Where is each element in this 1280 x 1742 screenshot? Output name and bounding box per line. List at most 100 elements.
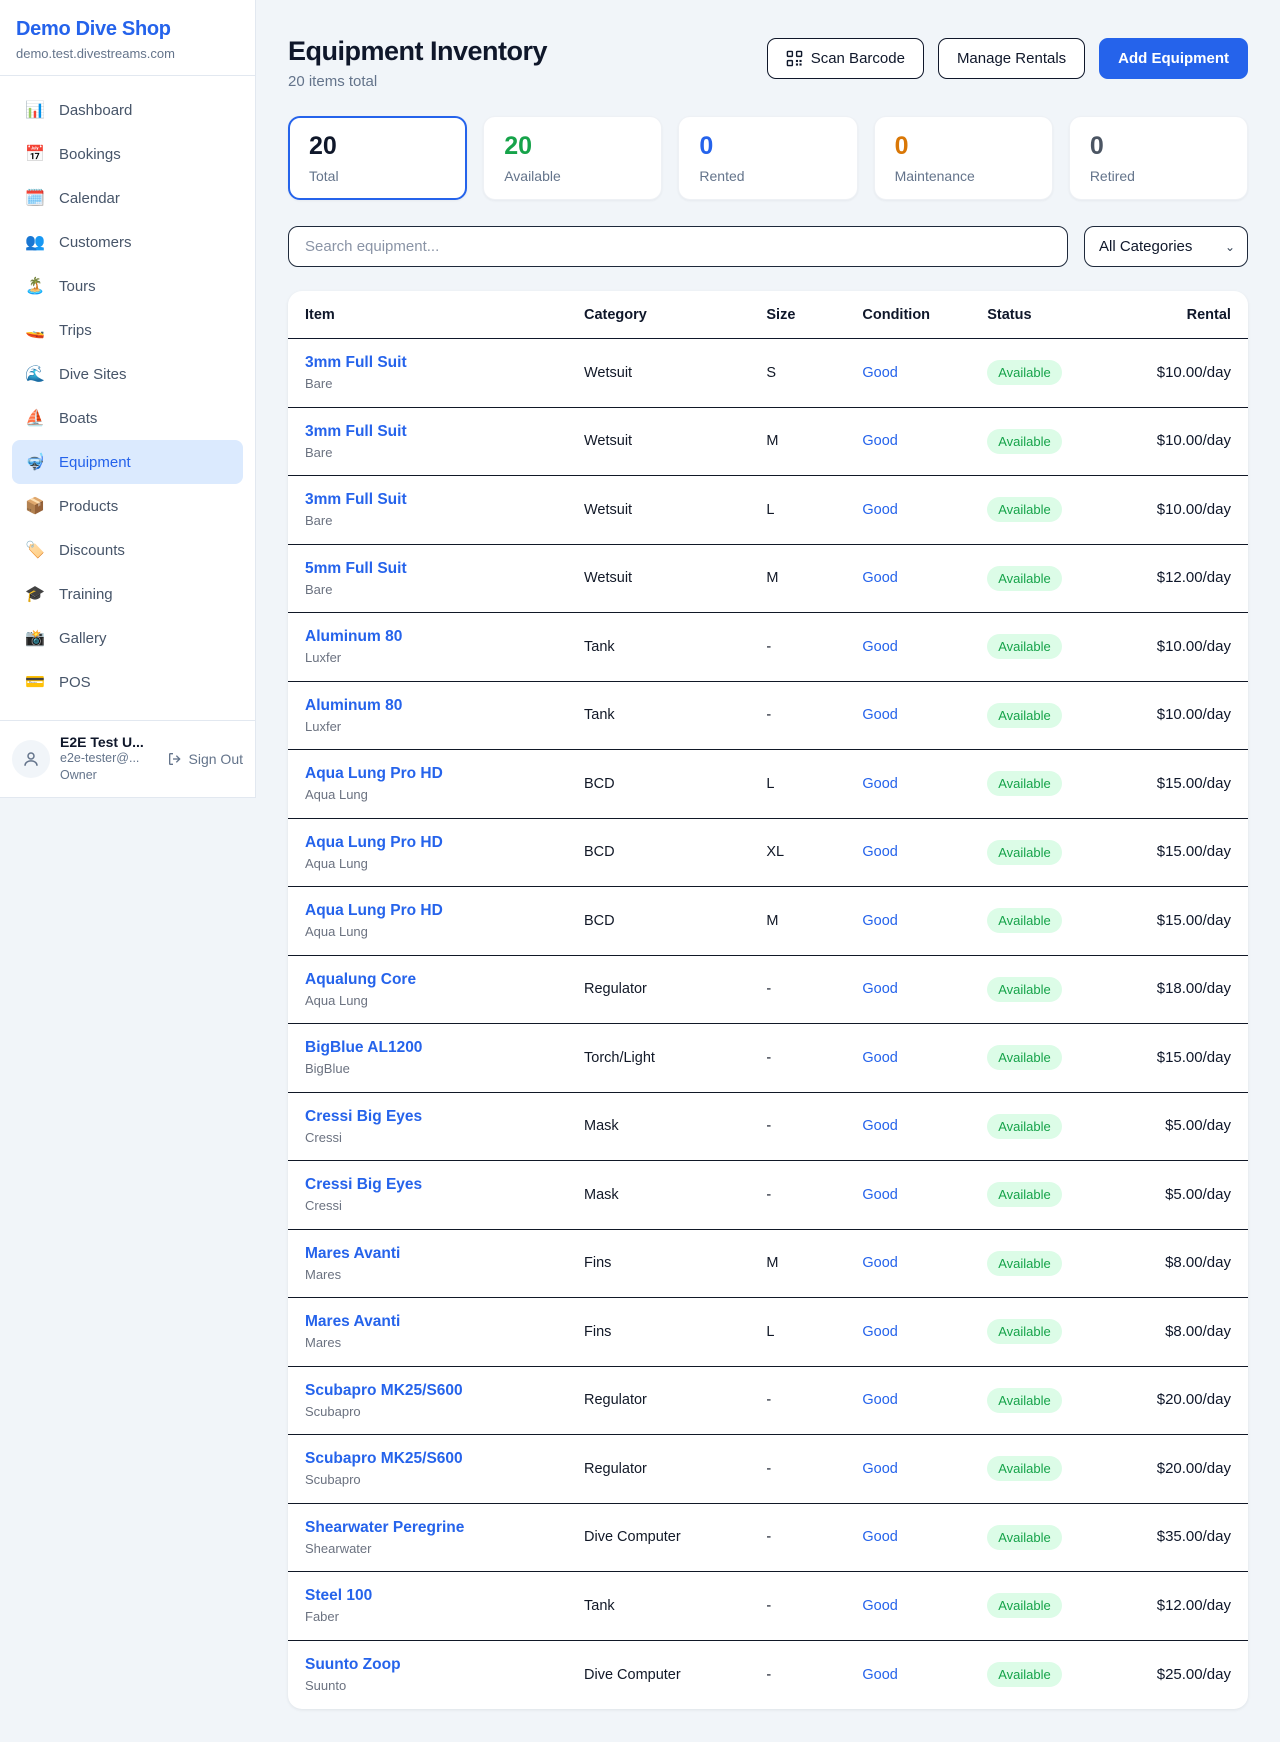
- item-size: L: [766, 776, 774, 792]
- item-condition-link[interactable]: Good: [862, 776, 897, 792]
- item-name-link[interactable]: 5mm Full Suit: [305, 560, 568, 578]
- item-name-link[interactable]: Aqualung Core: [305, 971, 568, 989]
- sidebar-item-calendar[interactable]: 🗓️ Calendar: [12, 176, 243, 220]
- sidebar-item-label: Trips: [59, 322, 92, 339]
- sidebar-item-gallery[interactable]: 📸 Gallery: [12, 616, 243, 660]
- table-row: Aqua Lung Pro HD Aqua Lung BCD XL Good A…: [288, 819, 1248, 888]
- stat-card-maintenance[interactable]: 0 Maintenance: [874, 116, 1053, 200]
- person-icon: [22, 750, 40, 768]
- item-condition-link[interactable]: Good: [862, 1461, 897, 1477]
- item-condition-link[interactable]: Good: [862, 1324, 897, 1340]
- shop-name-link[interactable]: Demo Dive Shop: [16, 18, 239, 41]
- item-name-link[interactable]: Steel 100: [305, 1587, 568, 1605]
- graduation-cap-icon: 🎓: [24, 584, 46, 604]
- category-select[interactable]: All Categories ⌄: [1084, 226, 1248, 267]
- spiral-calendar-icon: 🗓️: [24, 188, 46, 208]
- item-name-link[interactable]: Aqua Lung Pro HD: [305, 902, 568, 920]
- item-condition-link[interactable]: Good: [862, 433, 897, 449]
- item-name-link[interactable]: 3mm Full Suit: [305, 491, 568, 509]
- stat-value: 0: [1090, 132, 1227, 161]
- item-brand: Scubapro: [305, 1472, 568, 1487]
- item-condition-link[interactable]: Good: [862, 365, 897, 381]
- status-badge: Available: [987, 1525, 1062, 1550]
- manage-rentals-button[interactable]: Manage Rentals: [938, 38, 1085, 79]
- search-input[interactable]: [288, 226, 1068, 267]
- item-condition-link[interactable]: Good: [862, 1392, 897, 1408]
- item-condition-link[interactable]: Good: [862, 1529, 897, 1545]
- item-rental-price: $20.00/day: [1157, 1391, 1231, 1408]
- item-name-link[interactable]: 3mm Full Suit: [305, 423, 568, 441]
- item-name-link[interactable]: Cressi Big Eyes: [305, 1176, 568, 1194]
- sign-out-button[interactable]: Sign Out: [167, 751, 243, 767]
- item-name-link[interactable]: 3mm Full Suit: [305, 354, 568, 372]
- sidebar-item-label: Products: [59, 498, 118, 515]
- item-name-link[interactable]: Cressi Big Eyes: [305, 1108, 568, 1126]
- item-name-link[interactable]: Mares Avanti: [305, 1245, 568, 1263]
- item-condition-link[interactable]: Good: [862, 570, 897, 586]
- item-name-link[interactable]: BigBlue AL1200: [305, 1039, 568, 1057]
- stat-card-retired[interactable]: 0 Retired: [1069, 116, 1248, 200]
- item-condition-link[interactable]: Good: [862, 1598, 897, 1614]
- sidebar-item-customers[interactable]: 👥 Customers: [12, 220, 243, 264]
- item-size: M: [766, 570, 778, 586]
- sidebar-item-label: POS: [59, 674, 91, 691]
- item-condition-link[interactable]: Good: [862, 913, 897, 929]
- sidebar-item-equipment[interactable]: 🤿 Equipment: [12, 440, 243, 484]
- sidebar-item-pos[interactable]: 💳 POS: [12, 660, 243, 704]
- sidebar-item-tours[interactable]: 🏝️ Tours: [12, 264, 243, 308]
- item-category: Wetsuit: [584, 365, 632, 381]
- sidebar-item-discounts[interactable]: 🏷️ Discounts: [12, 528, 243, 572]
- item-name-link[interactable]: Aluminum 80: [305, 697, 568, 715]
- item-name-link[interactable]: Scubapro MK25/S600: [305, 1382, 568, 1400]
- item-condition-link[interactable]: Good: [862, 707, 897, 723]
- stat-label: Maintenance: [895, 168, 1032, 184]
- table-row: 3mm Full Suit Bare Wetsuit L Good Availa…: [288, 476, 1248, 545]
- item-name-link[interactable]: Aluminum 80: [305, 628, 568, 646]
- item-name-link[interactable]: Aqua Lung Pro HD: [305, 765, 568, 783]
- item-rental-price: $15.00/day: [1157, 1049, 1231, 1066]
- item-condition-link[interactable]: Good: [862, 1255, 897, 1271]
- wave-icon: 🌊: [24, 364, 46, 384]
- item-name-link[interactable]: Scubapro MK25/S600: [305, 1450, 568, 1468]
- item-rental-price: $12.00/day: [1157, 1597, 1231, 1614]
- item-condition-link[interactable]: Good: [862, 639, 897, 655]
- item-condition-link[interactable]: Good: [862, 1118, 897, 1134]
- stat-card-total[interactable]: 20 Total: [288, 116, 467, 200]
- sidebar-item-training[interactable]: 🎓 Training: [12, 572, 243, 616]
- table-header-row: Item Category Size Condition Status Rent…: [288, 291, 1248, 339]
- item-brand: Scubapro: [305, 1404, 568, 1419]
- item-condition-link[interactable]: Good: [862, 1050, 897, 1066]
- scan-barcode-button[interactable]: Scan Barcode: [767, 38, 924, 79]
- sidebar-item-dashboard[interactable]: 📊 Dashboard: [12, 88, 243, 132]
- sidebar-item-products[interactable]: 📦 Products: [12, 484, 243, 528]
- item-category: Dive Computer: [584, 1529, 681, 1545]
- table-row: Suunto Zoop Suunto Dive Computer - Good …: [288, 1641, 1248, 1710]
- sidebar-item-dive-sites[interactable]: 🌊 Dive Sites: [12, 352, 243, 396]
- page-title-block: Equipment Inventory 20 items total: [288, 36, 547, 90]
- sidebar-item-trips[interactable]: 🚤 Trips: [12, 308, 243, 352]
- stat-card-rented[interactable]: 0 Rented: [678, 116, 857, 200]
- stat-card-available[interactable]: 20 Available: [483, 116, 662, 200]
- item-condition-link[interactable]: Good: [862, 502, 897, 518]
- item-condition-link[interactable]: Good: [862, 981, 897, 997]
- item-name-link[interactable]: Suunto Zoop: [305, 1656, 568, 1674]
- item-condition-link[interactable]: Good: [862, 1667, 897, 1683]
- item-rental-price: $25.00/day: [1157, 1666, 1231, 1683]
- item-name-link[interactable]: Aqua Lung Pro HD: [305, 834, 568, 852]
- sidebar-item-bookings[interactable]: 📅 Bookings: [12, 132, 243, 176]
- stat-label: Rented: [699, 168, 836, 184]
- column-header-size: Size: [758, 307, 854, 323]
- table-row: Cressi Big Eyes Cressi Mask - Good Avail…: [288, 1161, 1248, 1230]
- item-name-link[interactable]: Shearwater Peregrine: [305, 1519, 568, 1537]
- item-condition-link[interactable]: Good: [862, 844, 897, 860]
- category-select-value: All Categories: [1099, 238, 1192, 255]
- item-name-link[interactable]: Mares Avanti: [305, 1313, 568, 1331]
- sign-out-icon: [167, 751, 183, 767]
- table-row: 5mm Full Suit Bare Wetsuit M Good Availa…: [288, 545, 1248, 614]
- item-condition-link[interactable]: Good: [862, 1187, 897, 1203]
- status-badge: Available: [987, 703, 1062, 728]
- add-equipment-button[interactable]: Add Equipment: [1099, 38, 1248, 79]
- stat-value: 0: [699, 132, 836, 161]
- column-header-category: Category: [576, 307, 758, 323]
- sidebar-item-boats[interactable]: ⛵ Boats: [12, 396, 243, 440]
